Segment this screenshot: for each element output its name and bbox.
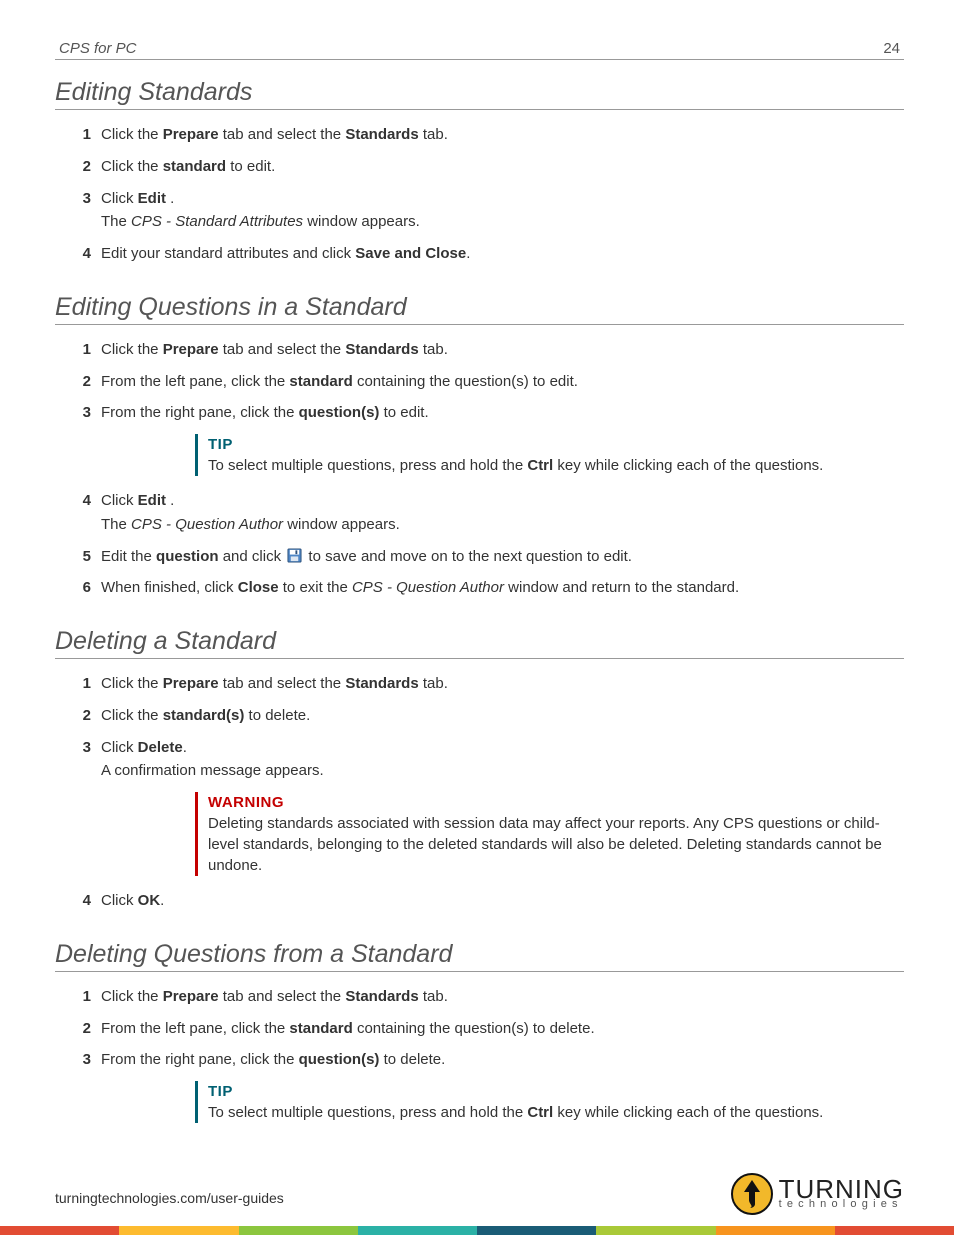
tip-callout: TIP To select multiple questions, press … bbox=[195, 434, 904, 476]
step-1: Click the Prepare tab and select the Sta… bbox=[69, 124, 904, 146]
logo-text-bottom: technologies bbox=[779, 1200, 904, 1210]
heading-deleting-questions: Deleting Questions from a Standard bbox=[55, 940, 904, 972]
steps-editing-questions-cont: Click Edit . The CPS - Question Author w… bbox=[69, 490, 904, 599]
page-header: CPS for PC 24 bbox=[55, 40, 904, 60]
warning-body: Deleting standards associated with sessi… bbox=[208, 815, 882, 874]
heading-editing-questions: Editing Questions in a Standard bbox=[55, 293, 904, 325]
page-footer: turningtechnologies.com/user-guides TURN… bbox=[0, 1172, 954, 1235]
step-1: Click the Prepare tab and select the Sta… bbox=[69, 673, 904, 695]
logo-icon bbox=[730, 1172, 774, 1216]
step-5: Edit the question and click to save and … bbox=[69, 546, 904, 568]
step-3: Click Delete. A confirmation message app… bbox=[69, 737, 904, 783]
steps-deleting-questions: Click the Prepare tab and select the Sta… bbox=[69, 986, 904, 1071]
step-6: When finished, click Close to exit the C… bbox=[69, 577, 904, 599]
tip-callout-2: TIP To select multiple questions, press … bbox=[195, 1081, 904, 1123]
doc-title: CPS for PC bbox=[59, 40, 137, 57]
page-number: 24 bbox=[883, 40, 900, 57]
step-4: Click Edit . The CPS - Question Author w… bbox=[69, 490, 904, 536]
step-2: From the left pane, click the standard c… bbox=[69, 371, 904, 393]
step-2: From the left pane, click the standard c… bbox=[69, 1018, 904, 1040]
heading-deleting-standard: Deleting a Standard bbox=[55, 627, 904, 659]
tip-label: TIP bbox=[208, 434, 904, 455]
steps-deleting-standard: Click the Prepare tab and select the Sta… bbox=[69, 673, 904, 782]
tip-label: TIP bbox=[208, 1081, 904, 1102]
save-icon bbox=[287, 548, 302, 563]
step-3: Click Edit . The CPS - Standard Attribut… bbox=[69, 188, 904, 234]
footer-color-stripe bbox=[0, 1226, 954, 1235]
step-4: Edit your standard attributes and click … bbox=[69, 243, 904, 265]
step-1: Click the Prepare tab and select the Sta… bbox=[69, 986, 904, 1008]
warning-label: WARNING bbox=[208, 792, 904, 813]
steps-editing-standards: Click the Prepare tab and select the Sta… bbox=[69, 124, 904, 265]
heading-editing-standards: Editing Standards bbox=[55, 78, 904, 110]
step-4: Click OK. bbox=[69, 890, 904, 912]
steps-deleting-standard-cont: Click OK. bbox=[69, 890, 904, 912]
footer-url: turningtechnologies.com/user-guides bbox=[55, 1190, 284, 1216]
steps-editing-questions: Click the Prepare tab and select the Sta… bbox=[69, 339, 904, 424]
warning-callout: WARNING Deleting standards associated wi… bbox=[195, 792, 904, 876]
step-2: Click the standard(s) to delete. bbox=[69, 705, 904, 727]
step-1: Click the Prepare tab and select the Sta… bbox=[69, 339, 904, 361]
step-2: Click the standard to edit. bbox=[69, 156, 904, 178]
turning-technologies-logo: TURNING technologies bbox=[730, 1172, 904, 1216]
step-3: From the right pane, click the question(… bbox=[69, 1049, 904, 1071]
step-3: From the right pane, click the question(… bbox=[69, 402, 904, 424]
